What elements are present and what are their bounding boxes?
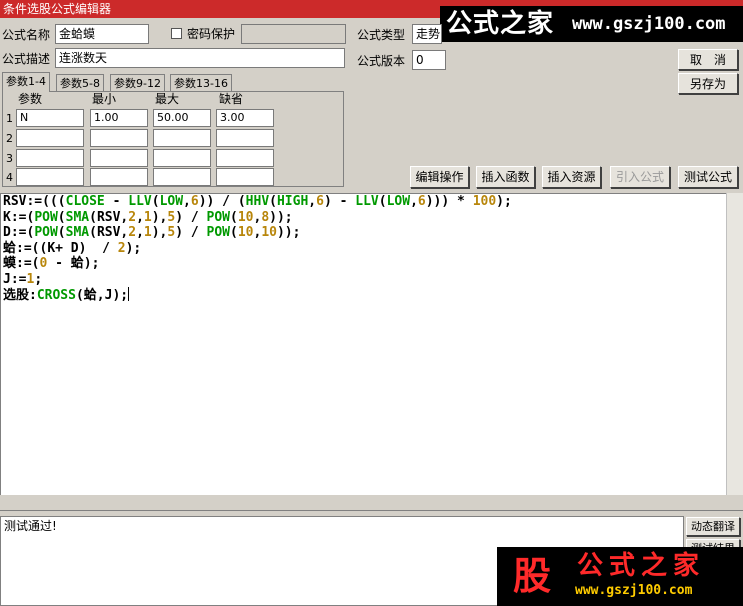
password-input[interactable] <box>241 24 346 44</box>
formula-name-label: 公式名称 <box>2 28 51 42</box>
param-row-number: 1 <box>6 112 13 125</box>
param-name-cell[interactable] <box>16 129 84 147</box>
cancel-button[interactable]: 取 消 <box>678 49 738 70</box>
formula-version-label: 公式版本 <box>357 54 406 68</box>
watermark-bottom: 股 公式之家 www.gszj100.com <box>497 547 743 606</box>
param-max-cell[interactable] <box>153 149 211 167</box>
formula-name-input[interactable]: 金蛤蟆 <box>55 24 149 44</box>
save-as-button[interactable]: 另存为 <box>678 73 738 94</box>
code-line: D:=(POW(SMA(RSV,2,1),5) / POW(10,10)); <box>3 225 301 240</box>
insert-function-button[interactable]: 插入函数 <box>476 166 535 188</box>
watermark-top-text: 公式之家 <box>446 9 555 39</box>
code-line: 蛤:=((K+ D) / 2); <box>3 240 142 256</box>
text-cursor <box>128 287 130 301</box>
code-line: 选股:CROSS(蛤,J); <box>3 287 130 303</box>
code-line: RSV:=(((CLOSE - LLV(LOW,6)) / (HHV(HIGH,… <box>3 194 512 209</box>
param-row-number: 2 <box>6 132 13 145</box>
param-name-cell[interactable]: N <box>16 109 84 127</box>
result-text: 测试通过! <box>4 519 57 533</box>
param-default-cell[interactable] <box>216 168 274 186</box>
dynamic-translate-button[interactable]: 动态翻译 <box>686 517 740 536</box>
param-min-cell[interactable] <box>90 149 148 167</box>
formula-desc-input[interactable]: 连涨数天 <box>55 48 345 68</box>
import-formula-button[interactable]: 引入公式 <box>610 166 670 188</box>
param-default-cell[interactable] <box>216 149 274 167</box>
watermark-bottom-badge: 股 <box>512 554 551 598</box>
param-name-cell[interactable] <box>16 149 84 167</box>
watermark-bottom-text: 公式之家 <box>577 551 706 581</box>
watermark-top-url: www.gszj100.com <box>572 14 726 34</box>
watermark-top: 公式之家 www.gszj100.com <box>440 6 743 42</box>
param-row-number: 3 <box>6 152 13 165</box>
test-formula-button[interactable]: 测试公式 <box>678 166 738 188</box>
code-line: 蟆:=(0 - 蛤); <box>3 256 100 271</box>
code-editor[interactable]: RSV:=(((CLOSE - LLV(LOW,6)) / (HHV(HIGH,… <box>0 193 726 495</box>
tab-params-5-8[interactable]: 参数5-8 <box>56 74 104 92</box>
formula-version-input[interactable]: 0 <box>412 50 446 70</box>
param-max-cell[interactable]: 50.00 <box>153 109 211 127</box>
param-default-cell[interactable]: 3.00 <box>216 109 274 127</box>
param-name-cell[interactable] <box>16 168 84 186</box>
param-row-number: 4 <box>6 171 13 184</box>
param-max-cell[interactable] <box>153 168 211 186</box>
param-header-min: 最小 <box>92 92 117 106</box>
tab-params-1-4[interactable]: 参数1-4 <box>2 72 50 92</box>
code-lines: RSV:=(((CLOSE - LLV(LOW,6)) / (HHV(HIGH,… <box>1 194 726 304</box>
formula-desc-label: 公式描述 <box>2 52 51 66</box>
code-line: K:=(POW(SMA(RSV,2,1),5) / POW(10,8)); <box>3 209 293 225</box>
tab-params-13-16[interactable]: 参数13-16 <box>170 74 232 92</box>
password-checkbox[interactable] <box>171 28 182 39</box>
param-header-name: 参数 <box>18 92 43 106</box>
edit-operations-button[interactable]: 编辑操作 <box>410 166 469 188</box>
insert-resource-button[interactable]: 插入资源 <box>542 166 601 188</box>
param-header-default: 缺省 <box>219 92 244 106</box>
formula-type-select[interactable]: 走势 <box>412 24 442 44</box>
watermark-bottom-url: www.gszj100.com <box>575 583 693 598</box>
param-min-cell[interactable] <box>90 168 148 186</box>
param-max-cell[interactable] <box>153 129 211 147</box>
param-header-max: 最大 <box>155 92 180 106</box>
formula-type-label: 公式类型 <box>357 28 406 42</box>
param-default-cell[interactable] <box>216 129 274 147</box>
param-min-cell[interactable] <box>90 129 148 147</box>
tab-params-9-12[interactable]: 参数9-12 <box>110 74 165 92</box>
param-min-cell[interactable]: 1.00 <box>90 109 148 127</box>
editor-scrollbar[interactable] <box>726 193 743 495</box>
password-label: 密码保护 <box>187 27 236 41</box>
code-line: J:=1; <box>3 271 43 287</box>
